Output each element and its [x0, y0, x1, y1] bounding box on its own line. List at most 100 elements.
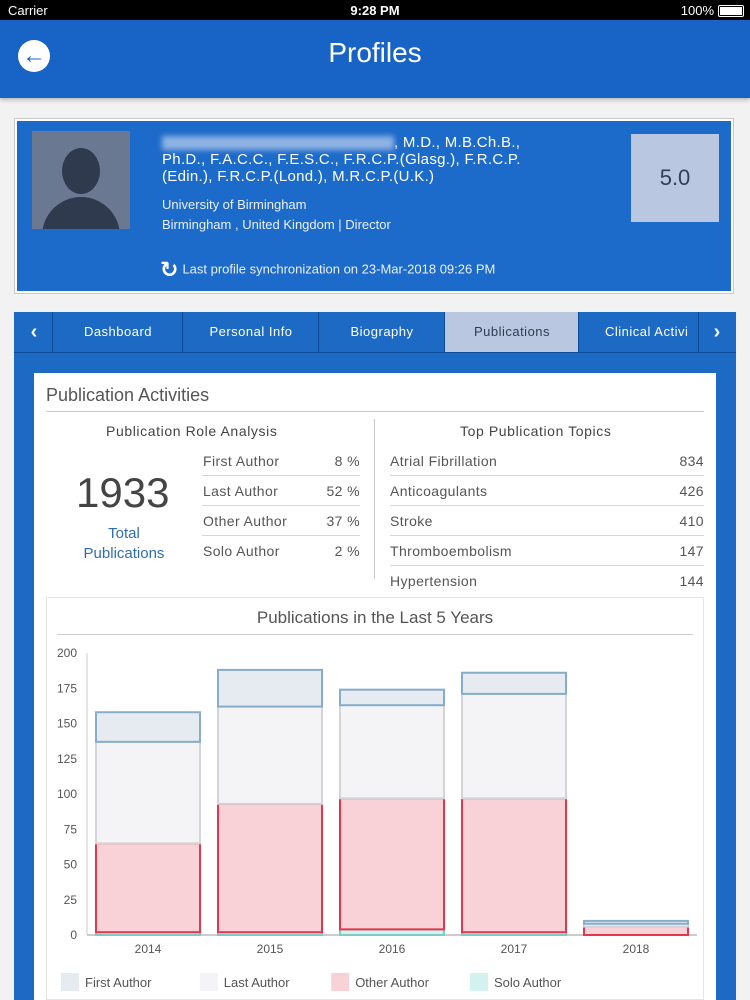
legend-label: Solo Author — [494, 975, 562, 990]
topic-row: Stroke 410 — [390, 505, 704, 536]
tab-dashboard[interactable]: Dashboard — [52, 312, 183, 352]
x-tick-label: 2018 — [623, 942, 650, 956]
bar-segment — [217, 705, 323, 805]
role-row: Other Author 37 % — [202, 505, 360, 536]
tab-clinical-activities[interactable]: Clinical Activi — [578, 312, 698, 352]
bar-segment — [339, 704, 445, 800]
total-publications-count: 1933 — [76, 469, 170, 516]
y-tick-label: 0 — [70, 928, 77, 942]
topic-row: Atrial Fibrillation 834 — [390, 445, 704, 476]
legend-swatch — [331, 973, 350, 991]
chart-canvas: 0 25 50 75 100 125 150 175 200 2014 2015 2016 2017 20… — [57, 646, 697, 991]
role-value: 37 % — [326, 513, 360, 529]
topic-count: 426 — [679, 483, 704, 499]
bar-segment — [95, 842, 201, 934]
topic-count: 834 — [679, 453, 704, 469]
total-publications-label: Total Publications — [78, 524, 170, 564]
topic-row: Anticoagulants 426 — [390, 475, 704, 506]
y-tick-label: 125 — [57, 752, 77, 766]
profile-card: , M.D., M.B.Ch.B., Ph.D., F.A.C.C., F.E.… — [14, 118, 734, 294]
bar-segment — [339, 688, 445, 707]
nav-bar: ← Profiles — [0, 20, 750, 98]
role-label: Solo Author — [203, 543, 280, 559]
role-label: Last Author — [203, 483, 279, 499]
y-tick-label: 100 — [57, 787, 77, 801]
bar-segment — [583, 925, 689, 937]
profile-score: 5.0 — [631, 134, 719, 222]
profile-name: , M.D., M.B.Ch.B., Ph.D., F.A.C.C., F.E.… — [162, 134, 592, 185]
tab-biography[interactable]: Biography — [318, 312, 445, 352]
legend-label: Other Author — [355, 975, 429, 990]
tab-panel: ‹ Dashboard Personal Info Biography Publ… — [14, 312, 736, 1000]
topic-label: Atrial Fibrillation — [390, 453, 498, 469]
top-topics-title: Top Publication Topics — [460, 423, 612, 439]
role-row: First Author 8 % — [202, 445, 360, 476]
total-label-line-1: Total — [108, 525, 140, 542]
legend-swatch — [61, 973, 79, 991]
topic-count: 147 — [679, 543, 704, 559]
battery-percent: 100% — [680, 3, 714, 18]
legend-label: Last Author — [224, 975, 290, 990]
blurred-name — [162, 136, 394, 151]
y-tick-label: 50 — [64, 858, 78, 872]
bar-segment — [95, 711, 201, 743]
name-credentials-2: Ph.D., F.A.C.C., F.E.S.C., F.R.C.P.(Glas… — [162, 151, 521, 168]
tab-publications[interactable]: Publications — [444, 312, 579, 352]
role-value: 2 % — [334, 543, 360, 559]
role-label: First Author — [203, 453, 280, 469]
role-label: Other Author — [203, 513, 288, 529]
sync-icon[interactable]: ↻ — [160, 257, 178, 283]
legend-swatch — [199, 973, 218, 991]
tab-scroll-left-icon[interactable]: ‹ — [16, 312, 52, 352]
y-tick-label: 75 — [64, 822, 78, 836]
sync-text: Last profile synchronization on 23-Mar-2… — [182, 261, 496, 277]
topic-row: Thromboembolism 147 — [390, 535, 704, 566]
legend-label: First Author — [85, 975, 152, 990]
topic-label: Anticoagulants — [390, 483, 488, 499]
name-credentials-1: , M.D., M.B.Ch.B., — [394, 134, 521, 151]
section-title: Publication Activities — [46, 385, 210, 405]
role-analysis-title: Publication Role Analysis — [106, 423, 278, 439]
x-tick-label: 2014 — [135, 942, 162, 956]
avatar — [32, 131, 130, 229]
total-label-line-2: Publications — [83, 545, 165, 562]
y-tick-label: 150 — [57, 717, 77, 731]
publication-activities-panel: Publication Activities Publication Role … — [34, 373, 716, 1000]
topic-label: Stroke — [390, 513, 433, 529]
topic-label: Thromboembolism — [390, 543, 512, 559]
tab-bar: ‹ Dashboard Personal Info Biography Publ… — [14, 312, 736, 353]
sync-status: ↻ Last profile synchronization on 23-Mar-… — [160, 257, 495, 283]
y-tick-label: 200 — [57, 646, 77, 660]
bar-segment — [339, 797, 445, 931]
bar-segment — [461, 797, 567, 934]
x-tick-label: 2015 — [257, 942, 284, 956]
page-title: Profiles — [328, 37, 422, 68]
tab-scroll-right-icon[interactable]: › — [698, 312, 735, 352]
role-row: Solo Author 2 % — [202, 535, 360, 565]
location: Birmingham , United Kingdom | Director — [162, 217, 391, 232]
battery-icon — [718, 5, 744, 17]
bar-segment — [95, 740, 201, 845]
x-tick-label: 2016 — [379, 942, 406, 956]
status-bar: Carrier 9:28 PM 100% — [0, 0, 750, 20]
bar-segment — [217, 668, 323, 708]
name-credentials-3: (Edin.), F.R.C.P.(Lond.), M.R.C.P.(U.K.) — [162, 168, 435, 185]
tab-personal-info[interactable]: Personal Info — [182, 312, 319, 352]
publications-chart: Publications in the Last 5 Years 0 25 50 75… — [46, 597, 704, 1000]
topic-count: 144 — [679, 573, 704, 589]
bar-segment — [461, 692, 567, 800]
x-tick-label: 2017 — [501, 942, 528, 956]
institution: University of Birmingham — [162, 197, 307, 212]
topic-label: Hypertension — [390, 573, 478, 589]
role-row: Last Author 52 % — [202, 475, 360, 506]
topic-row: Hypertension 144 — [390, 565, 704, 595]
bar-segment — [583, 919, 689, 925]
role-value: 8 % — [334, 453, 360, 469]
bar-segment — [217, 802, 323, 934]
profile-card-body: , M.D., M.B.Ch.B., Ph.D., F.A.C.C., F.E.… — [17, 121, 731, 291]
y-tick-label: 175 — [57, 681, 77, 695]
topic-count: 410 — [679, 513, 704, 529]
y-tick-label: 25 — [64, 893, 78, 907]
role-value: 52 % — [326, 483, 360, 499]
bar-segment — [461, 671, 567, 695]
